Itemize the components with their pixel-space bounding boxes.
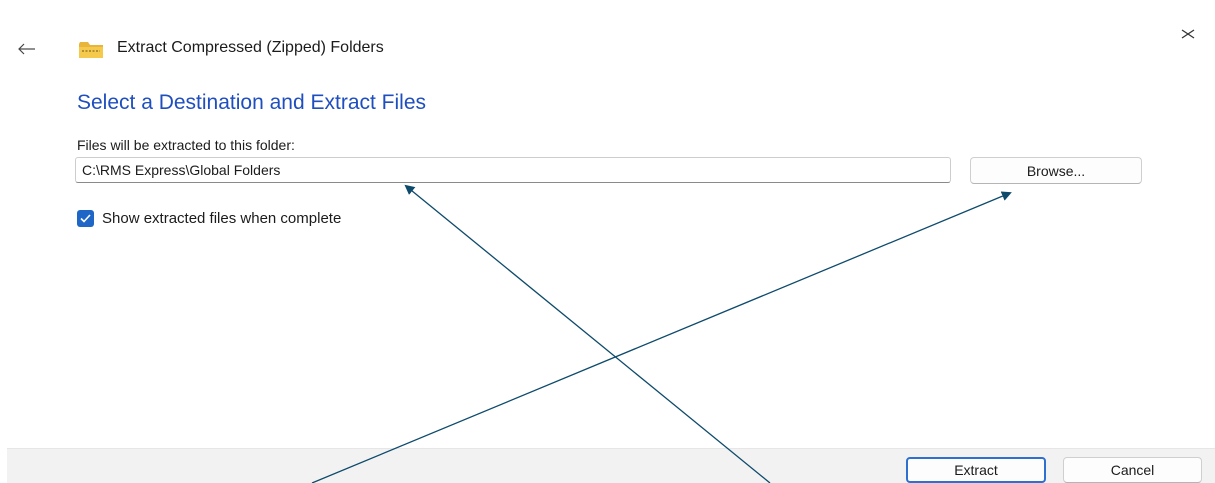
destination-path-input[interactable] xyxy=(75,157,951,183)
cancel-button[interactable]: Cancel xyxy=(1063,457,1202,483)
show-files-option[interactable]: Show extracted files when complete xyxy=(77,207,341,229)
zipped-folder-icon xyxy=(79,42,103,58)
close-button[interactable] xyxy=(1176,24,1200,44)
back-arrow-icon xyxy=(18,43,35,55)
window-title: Extract Compressed (Zipped) Folders xyxy=(117,39,384,56)
extract-button[interactable]: Extract xyxy=(906,457,1046,483)
close-icon xyxy=(1181,29,1195,39)
browse-button[interactable]: Browse... xyxy=(970,157,1142,184)
page-heading: Select a Destination and Extract Files xyxy=(77,91,427,114)
show-files-checkbox[interactable] xyxy=(77,209,94,227)
back-button[interactable] xyxy=(14,38,40,60)
destination-label: Files will be extracted to this folder: xyxy=(77,137,295,153)
arrow-to-browse-button xyxy=(311,191,1012,483)
annotation-arrows xyxy=(311,184,1012,483)
arrow-to-path-input xyxy=(404,184,771,483)
checkmark-icon xyxy=(80,213,91,223)
extract-dialog: Extract Compressed (Zipped) Folders Sele… xyxy=(0,0,1215,483)
show-files-label: Show extracted files when complete xyxy=(102,209,342,227)
